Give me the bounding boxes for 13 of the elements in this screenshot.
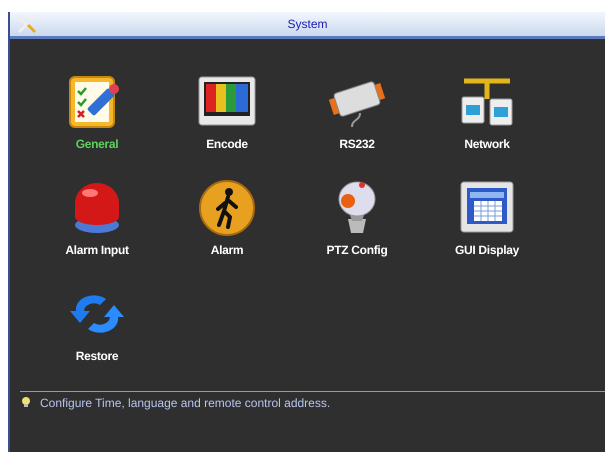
menu-tile[interactable]: General [66,73,128,152]
hint-text: Configure Time, language and remote control address. [40,396,330,410]
menu-tile[interactable]: Alarm Input [65,179,129,258]
menu-tile[interactable]: GUI Display [454,179,520,258]
menu-tile[interactable]: PTZ Config [326,179,388,258]
menu-tile[interactable]: Network [456,73,518,152]
walking-person-sign-icon [196,179,258,238]
window-title: System [287,17,328,32]
menu-tile[interactable]: Encode [196,73,258,152]
menu-tile[interactable]: Alarm [196,179,258,258]
menu-tile[interactable]: Restore [66,285,128,364]
light-bulb-icon [20,396,32,408]
menu-tile[interactable]: RS232 [326,73,388,152]
